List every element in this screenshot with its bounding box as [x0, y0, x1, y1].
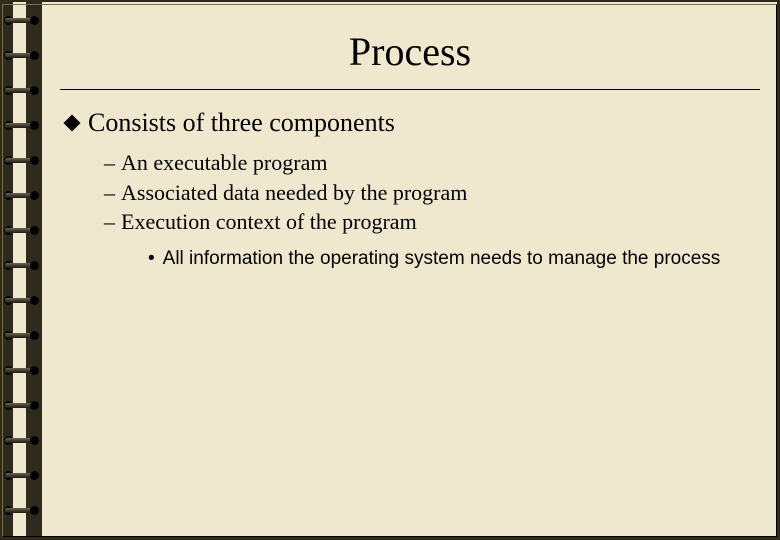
bullet-level-3-group: • All information the operating system n… — [148, 247, 760, 272]
bullet-2-text: An executable program — [121, 148, 327, 178]
diamond-bullet-icon — [64, 115, 81, 132]
bullet-2-text: Execution context of the program — [121, 207, 417, 237]
dash-bullet-icon: – — [104, 178, 115, 208]
spiral-binding — [0, 0, 42, 540]
title-divider — [60, 89, 760, 90]
slide-title: Process — [60, 28, 760, 75]
bullet-level-1: Consists of three components — [66, 108, 760, 138]
bullet-level-2-group: – An executable program – Associated dat… — [104, 148, 760, 237]
bullet-2-item: – Execution context of the program — [104, 207, 760, 237]
slide-content: Process Consists of three components – A… — [60, 28, 760, 272]
bullet-2-text: Associated data needed by the program — [121, 178, 467, 208]
dash-bullet-icon: – — [104, 148, 115, 178]
bullet-2-item: – An executable program — [104, 148, 760, 178]
bullet-3-text: All information the operating system nee… — [163, 247, 721, 272]
dash-bullet-icon: – — [104, 207, 115, 237]
bullet-1-text: Consists of three components — [88, 108, 395, 138]
bullet-2-item: – Associated data needed by the program — [104, 178, 760, 208]
bullet-3-item: • All information the operating system n… — [148, 247, 760, 272]
dot-bullet-icon: • — [148, 247, 155, 272]
